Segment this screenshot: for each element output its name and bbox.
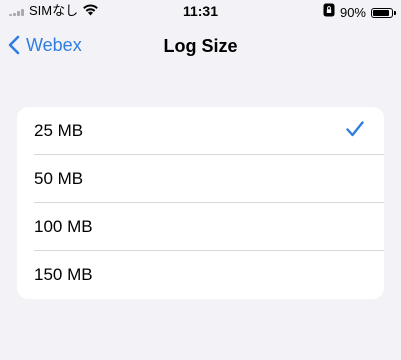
option-row-50mb[interactable]: 50 MB xyxy=(17,155,384,203)
option-label: 150 MB xyxy=(34,265,93,284)
option-label: 25 MB xyxy=(34,121,84,140)
option-row-150mb[interactable]: 150 MB xyxy=(17,251,384,299)
battery-icon xyxy=(371,7,396,18)
checkmark-icon xyxy=(346,121,364,142)
option-row-100mb[interactable]: 100 MB xyxy=(17,203,384,251)
status-bar: SIMなし 11:31 90% xyxy=(0,0,401,24)
option-label: 100 MB xyxy=(34,217,93,236)
orientation-lock-icon xyxy=(323,3,335,22)
status-right-group: 90% xyxy=(323,3,396,22)
option-label: 50 MB xyxy=(34,169,84,188)
page-title: Log Size xyxy=(163,36,238,56)
battery-percent: 90% xyxy=(339,4,366,20)
log-size-options-list: 25 MB 50 MB 100 MB 150 MB xyxy=(17,107,384,299)
option-row-25mb[interactable]: 25 MB xyxy=(17,107,384,155)
navigation-bar: Webex Log Size xyxy=(0,26,401,66)
battery-level-fill xyxy=(373,9,390,16)
